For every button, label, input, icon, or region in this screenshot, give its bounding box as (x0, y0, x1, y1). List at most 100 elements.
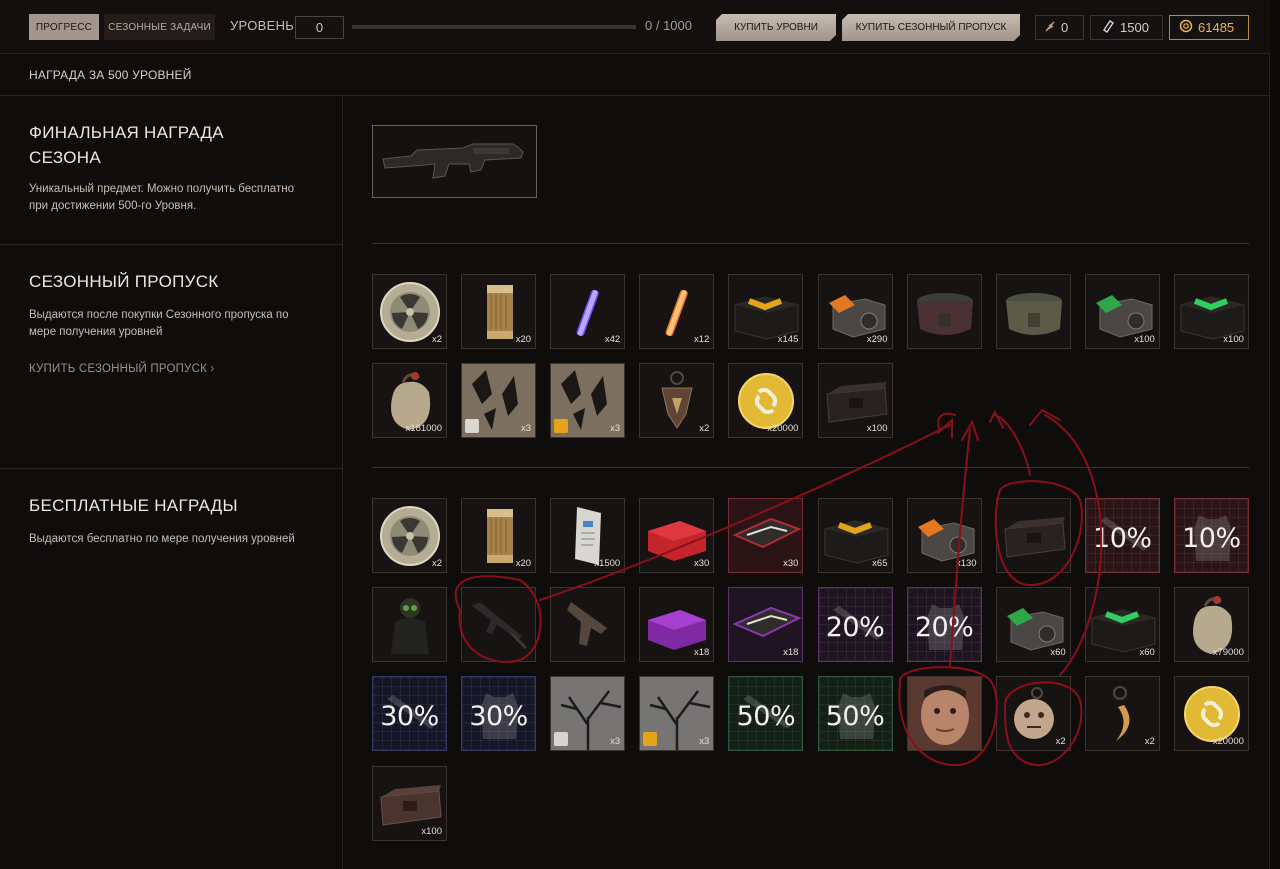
free-reward-item[interactable]: x3 (550, 676, 626, 751)
pass-reward-item[interactable]: x181000 (372, 363, 447, 438)
free-reward-item[interactable]: 10% (1173, 498, 1249, 573)
item-quantity: x20000 (767, 423, 799, 434)
free-reward-item[interactable]: x2 (995, 676, 1071, 751)
free-reward-item[interactable]: 10% (1084, 498, 1160, 573)
pass-reward-item[interactable]: x3 (461, 363, 537, 438)
divider (0, 244, 343, 245)
item-quantity: x181000 (405, 423, 442, 434)
free-reward-item[interactable] (372, 587, 447, 662)
free-reward-item[interactable]: x79000 (1173, 587, 1249, 662)
free-reward-item[interactable]: x20 (461, 498, 537, 573)
item-quantity: x18 (783, 647, 799, 658)
reward-subheader-text: НАГРАДА ЗА 500 УРОВНЕЙ (29, 68, 192, 82)
pass-reward-item[interactable] (995, 274, 1071, 349)
divider (0, 468, 343, 469)
item-quantity: x3 (610, 736, 621, 747)
free-reward-item[interactable]: x60 (1084, 587, 1160, 662)
pass-reward-item[interactable]: x100 (1084, 274, 1160, 349)
level-progress-bar (352, 25, 636, 29)
pass-reward-item[interactable]: x145 (728, 274, 804, 349)
weapon-badge-icon (643, 732, 658, 746)
level-input[interactable]: 0 (295, 16, 344, 39)
buy-season-pass-link[interactable]: КУПИТЬ СЕЗОННЫЙ ПРОПУСК › (29, 363, 214, 375)
free-reward-item[interactable]: x3 (639, 676, 715, 751)
pass-reward-item[interactable]: x12 (639, 274, 715, 349)
battle-pass-window: ПРОГРЕСС СЕЗОННЫЕ ЗАДАЧИ УРОВЕНЬ 0 0 / 1… (0, 0, 1270, 869)
season-pass-desc: Выдаются после покупки Сезонного пропуск… (29, 309, 289, 338)
free-reward-item[interactable] (906, 676, 982, 751)
free-reward-item[interactable] (550, 587, 626, 662)
free-reward-item[interactable]: x60 (995, 587, 1071, 662)
shotgun-icon (382, 143, 524, 179)
pass-reward-item[interactable]: x100 (817, 363, 893, 438)
chevron-right-icon: › (210, 363, 215, 375)
pass-reward-item[interactable]: x100 (1173, 274, 1249, 349)
item-quantity: x20000 (1212, 736, 1244, 747)
pass-reward-item[interactable]: x2 (372, 274, 447, 349)
tab-seasonal-tasks[interactable]: СЕЗОННЫЕ ЗАДАЧИ (104, 14, 215, 40)
divider (372, 467, 1249, 468)
season-pass-title: СЕЗОННЫЙ ПРОПУСК (29, 272, 219, 291)
free-reward-item[interactable]: x18 (728, 587, 804, 662)
free-reward-item[interactable]: x2 (1084, 676, 1160, 751)
pass-reward-item[interactable] (906, 274, 982, 349)
item-quantity: x130 (955, 558, 977, 569)
boost-percent: 50% (825, 701, 885, 732)
free-reward-item[interactable]: x130 (906, 498, 982, 573)
item-quantity: x100 (1223, 334, 1244, 345)
pass-reward-item[interactable]: x20000 (728, 363, 804, 438)
item-quantity: x145 (777, 334, 799, 345)
pass-reward-item[interactable]: x290 (817, 274, 893, 349)
boost-percent: 10% (1182, 523, 1241, 554)
free-reward-item[interactable]: x1500 (550, 498, 626, 573)
item-quantity: x20 (515, 334, 532, 345)
free-reward-item[interactable]: x18 (639, 587, 715, 662)
free-reward-item[interactable]: 20% (906, 587, 982, 662)
final-reward-desc: Уникальный предмет. Можно получить беспл… (29, 183, 294, 212)
top-bar: ПРОГРЕСС СЕЗОННЫЕ ЗАДАЧИ УРОВЕНЬ 0 0 / 1… (0, 0, 1270, 54)
item-quantity: x20 (515, 558, 532, 569)
free-reward-item[interactable]: x20000 (1173, 676, 1249, 751)
free-reward-item[interactable]: x65 (817, 498, 893, 573)
weapon-badge-icon (554, 419, 569, 433)
item-quantity: x100 (1134, 334, 1155, 345)
boost-percent: 30% (380, 701, 439, 732)
reward-subheader: НАГРАДА ЗА 500 УРОВНЕЙ (0, 55, 1270, 96)
buy-season-pass-button[interactable]: КУПИТЬ СЕЗОННЫЙ ПРОПУСК (842, 14, 1020, 41)
free-reward-item[interactable] (461, 587, 537, 662)
gold-coin-icon (1179, 19, 1193, 36)
free-reward-item[interactable]: x30 (639, 498, 715, 573)
item-quantity: x1500 (594, 558, 621, 569)
free-reward-item[interactable]: 20% (817, 587, 893, 662)
final-reward-item[interactable] (372, 125, 537, 198)
tab-progress[interactable]: ПРОГРЕСС (29, 14, 99, 40)
buy-levels-button[interactable]: КУПИТЬ УРОВНИ (716, 14, 836, 41)
boost-percent: 50% (736, 701, 796, 732)
item-quantity: x30 (783, 558, 799, 569)
pass-reward-item[interactable]: x2 (639, 363, 715, 438)
item-quantity: x3 (521, 423, 532, 434)
ticket-icon (1101, 19, 1115, 36)
currency-credits: 1500 (1090, 15, 1163, 40)
divider (372, 243, 1249, 244)
item-quantity: x3 (699, 736, 710, 747)
free-reward-item[interactable]: x30 (728, 498, 804, 573)
sections-sidebar: ФИНАЛЬНАЯ НАГРАДА СЕЗОНА Уникальный пред… (0, 96, 343, 869)
free-reward-item[interactable]: x100 (372, 766, 447, 841)
pass-reward-item[interactable]: x3 (550, 363, 626, 438)
item-quantity: x30 (693, 558, 710, 569)
free-reward-item[interactable]: x2 (372, 498, 447, 573)
free-rewards-desc: Выдаются бесплатно по мере получения уро… (29, 533, 295, 545)
item-quantity: x100 (866, 423, 888, 434)
currency-gold: 61485 (1169, 15, 1249, 40)
armor-badge-icon (554, 732, 569, 746)
free-reward-item[interactable]: 30% (372, 676, 447, 751)
free-reward-item[interactable]: 30% (461, 676, 537, 751)
pass-reward-item[interactable]: x20 (461, 274, 537, 349)
free-reward-item[interactable]: 50% (817, 676, 893, 751)
item-quantity: x42 (604, 334, 621, 345)
pass-reward-item[interactable]: x42 (550, 274, 626, 349)
free-reward-item[interactable]: 50% (728, 676, 804, 751)
free-reward-item[interactable] (995, 498, 1071, 573)
currency-tokens-value: 0 (1061, 20, 1069, 35)
